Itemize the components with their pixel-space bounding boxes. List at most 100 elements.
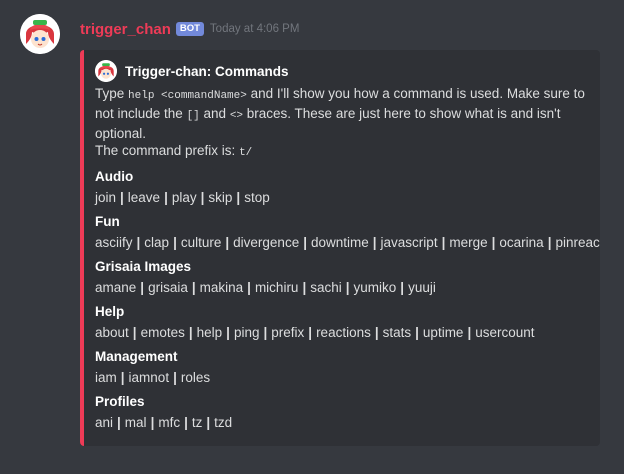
- command-stop: stop: [244, 190, 270, 205]
- inline-code: <>: [229, 110, 244, 122]
- separator: |: [164, 190, 168, 205]
- separator: |: [236, 190, 241, 205]
- desc-text: Type: [95, 86, 129, 101]
- username[interactable]: trigger_chan: [80, 21, 171, 38]
- field-value: asciify | clap | culture | divergence | downtime…: [95, 234, 600, 252]
- command-iam: iam: [95, 370, 117, 385]
- inline-code: []: [186, 110, 200, 122]
- separator: |: [206, 415, 211, 430]
- command-leave: leave: [127, 190, 161, 205]
- embed: Trigger-chan: Commands Type help <comman…: [80, 50, 600, 446]
- field-value: about | emotes | help | ping | prefix | reactions |…: [95, 324, 590, 342]
- embed-content: Trigger-chan: Commands Type help <comman…: [95, 60, 600, 432]
- command-ocarina: ocarina: [499, 235, 544, 250]
- separator: |: [150, 415, 155, 430]
- embed-author-name: Trigger-chan: Commands: [125, 63, 289, 79]
- field-name-audio: Audio: [95, 169, 134, 184]
- separator: |: [200, 190, 205, 205]
- command-clap: clap: [144, 235, 170, 250]
- anime-girl-avatar-icon: [95, 60, 117, 82]
- field-name-management: Management: [95, 349, 178, 364]
- command-tz: tz: [191, 415, 203, 430]
- command-culture: culture: [180, 235, 222, 250]
- command-makina: makina: [199, 280, 244, 295]
- command-stats: stats: [382, 325, 412, 340]
- command-skip: skip: [208, 190, 233, 205]
- command-yumiko: yumiko: [353, 280, 397, 295]
- inline-code: help <commandName>: [128, 90, 247, 102]
- command-downtime: downtime: [310, 235, 369, 250]
- command-roles: roles: [180, 370, 211, 385]
- separator: |: [173, 235, 177, 250]
- separator: |: [226, 325, 230, 340]
- separator: |: [225, 235, 230, 250]
- separator: |: [345, 280, 350, 295]
- separator: |: [117, 415, 121, 430]
- command-play: play: [171, 190, 197, 205]
- anime-girl-avatar-icon: [20, 14, 60, 54]
- separator: |: [400, 280, 405, 295]
- field-name-profiles: Profiles: [95, 394, 145, 409]
- command-asciify: asciify: [95, 235, 133, 250]
- command-emotes: emotes: [140, 325, 185, 340]
- separator: |: [173, 370, 177, 385]
- inline-code: t/: [239, 147, 253, 159]
- command-mfc: mfc: [158, 415, 181, 430]
- separator: |: [247, 280, 251, 295]
- separator: |: [184, 415, 188, 430]
- desc-text: and: [199, 106, 230, 121]
- prefix-line: The command prefix is: t/: [95, 142, 585, 162]
- command-sachi: sachi: [310, 280, 342, 295]
- desc-text: The command prefix is:: [95, 143, 240, 158]
- command-join: join: [95, 190, 117, 205]
- separator: |: [120, 370, 125, 385]
- field-value: amane | grisaia | makina | michiru | sachi | yumik…: [95, 279, 590, 297]
- field-value: ani | mal | mfc | tz | tzd: [95, 414, 590, 432]
- bot-tag: BOT: [175, 22, 204, 36]
- separator: |: [547, 235, 552, 250]
- separator: |: [140, 280, 145, 295]
- command-uptime: uptime: [422, 325, 464, 340]
- separator: |: [188, 325, 193, 340]
- timestamp: Today at 4:06 PM: [209, 23, 300, 35]
- embed-author: Trigger-chan: Commands: [95, 60, 590, 82]
- separator: |: [136, 235, 141, 250]
- command-ping: ping: [233, 325, 260, 340]
- command-help: help: [196, 325, 223, 340]
- command-prefix: prefix: [271, 325, 305, 340]
- field-value: iam | iamnot | roles: [95, 369, 590, 387]
- field-name-grisaia-images: Grisaia Images: [95, 259, 192, 274]
- command-pinreact: pinreact: [555, 235, 600, 250]
- embed-author-icon: [95, 60, 117, 82]
- chat-message: trigger_chan BOT Today at 4:06 PM Trigge…: [0, 0, 624, 474]
- separator: |: [120, 190, 124, 205]
- separator: |: [308, 325, 313, 340]
- field-name-fun: Fun: [95, 214, 120, 229]
- command-divergence: divergence: [233, 235, 300, 250]
- separator: |: [491, 235, 496, 250]
- embed-accent-bar: [80, 50, 84, 446]
- embed-description: Type help <commandName> and I'll show yo…: [95, 85, 585, 162]
- command-javascript: javascript: [380, 235, 438, 250]
- separator: |: [372, 235, 377, 250]
- command-amane: amane: [95, 280, 137, 295]
- command-merge: merge: [449, 235, 488, 250]
- command-iamnot: iamnot: [128, 370, 170, 385]
- field-name-help: Help: [95, 304, 125, 319]
- separator: |: [415, 325, 419, 340]
- user-avatar[interactable]: [20, 14, 60, 54]
- command-reactions: reactions: [316, 325, 371, 340]
- separator: |: [263, 325, 268, 340]
- command-michiru: michiru: [254, 280, 299, 295]
- field-value: join | leave | play | skip | stop: [95, 189, 590, 207]
- separator: |: [303, 235, 307, 250]
- command-mal: mal: [124, 415, 147, 430]
- command-grisaia: grisaia: [148, 280, 188, 295]
- command-about: about: [95, 325, 129, 340]
- command-ani: ani: [95, 415, 114, 430]
- separator: |: [302, 280, 307, 295]
- separator: |: [191, 280, 196, 295]
- command-usercount: usercount: [475, 325, 535, 340]
- embed-fields: Audio join | leave | play | skip | stop Fun asciify…: [95, 168, 600, 432]
- separator: |: [132, 325, 137, 340]
